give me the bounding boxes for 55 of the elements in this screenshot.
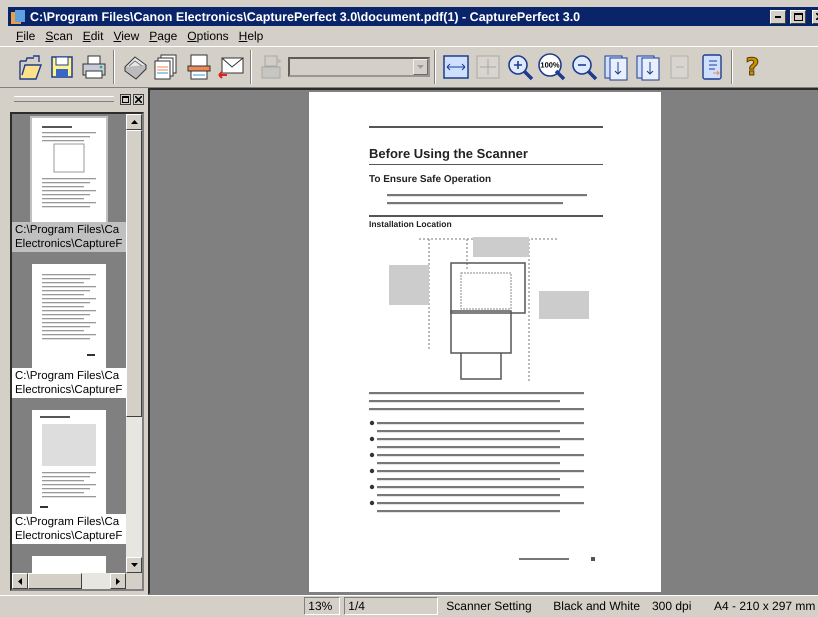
scan-page-icon	[186, 53, 212, 81]
menu-item[interactable]: Page	[145, 28, 182, 44]
zoom-out-icon	[570, 53, 598, 81]
thumbnail-caption: Electronics\CaptureF	[15, 529, 124, 543]
menu-item[interactable]: View	[109, 28, 144, 44]
status-text: 13%	[304, 597, 340, 615]
close-icon	[135, 96, 142, 102]
fit-page-icon	[474, 54, 500, 80]
page-insert-icon	[634, 53, 660, 81]
open-folder-icon	[16, 53, 42, 81]
restore-panel-button[interactable]	[120, 94, 131, 104]
thumbnail-caption: C:\Program Files\Ca	[15, 515, 120, 529]
thumbnail-caption: C:\Program Files\Ca	[15, 223, 120, 237]
thumbnail-caption: Electronics\CaptureF	[15, 383, 124, 397]
maximize-icon	[794, 12, 802, 20]
up-arrow-icon	[130, 120, 138, 124]
scroll-left-button[interactable]	[12, 573, 28, 589]
status-text: A4 - 210 x 297 mm	[713, 598, 816, 615]
left-arrow-icon	[18, 578, 22, 584]
right-arrow-icon	[116, 578, 120, 584]
page-insert-icon	[602, 53, 628, 81]
status-text: 1/4	[344, 597, 438, 615]
menu-item[interactable]: Edit	[78, 28, 108, 44]
minimize-button[interactable]	[770, 10, 786, 24]
document-stack-icon	[154, 53, 180, 81]
status-text: 300 dpi	[651, 598, 692, 615]
printer-icon	[80, 54, 108, 80]
scrollbar-thumb[interactable]	[126, 130, 142, 417]
zoom-in-icon	[506, 53, 534, 81]
menu-item[interactable]: Options	[183, 28, 233, 44]
minimize-icon	[775, 16, 781, 18]
thumbnail-caption: C:\Program Files\Ca	[15, 369, 120, 383]
window-title: C:\Program Files\Canon Electronics\CapturePerfect 3.0\document.pdf(1) - CapturePerfect 3.0	[30, 10, 582, 24]
scroll-right-button[interactable]	[110, 573, 126, 589]
dropdown-arrow-icon	[417, 65, 424, 69]
thumbnail-caption: Electronics\CaptureF	[15, 237, 124, 251]
document-subheading: To Ensure Safe Operation	[369, 174, 492, 185]
scrollbar-corner	[126, 573, 142, 589]
maximize-button[interactable]	[790, 10, 806, 24]
scroll-up-button[interactable]	[126, 114, 142, 130]
fit-width-icon	[442, 54, 468, 80]
menu-item[interactable]: Help	[234, 28, 268, 44]
document-section-heading: Installation Location	[369, 219, 453, 229]
job-icon	[258, 53, 284, 81]
scroll-down-button[interactable]	[126, 557, 142, 573]
menu-item[interactable]: Scan	[41, 28, 77, 44]
restore-icon	[122, 96, 129, 102]
status-text: Scanner Setting	[445, 598, 533, 615]
close-panel-button[interactable]	[133, 94, 144, 104]
scrollbar-thumb[interactable]	[28, 573, 82, 589]
down-arrow-icon	[130, 563, 138, 567]
document-heading: Before Using the Scanner	[369, 146, 529, 161]
menu-item[interactable]: File	[12, 28, 40, 44]
app-icon	[10, 8, 26, 24]
status-text: Black and White	[552, 598, 641, 615]
